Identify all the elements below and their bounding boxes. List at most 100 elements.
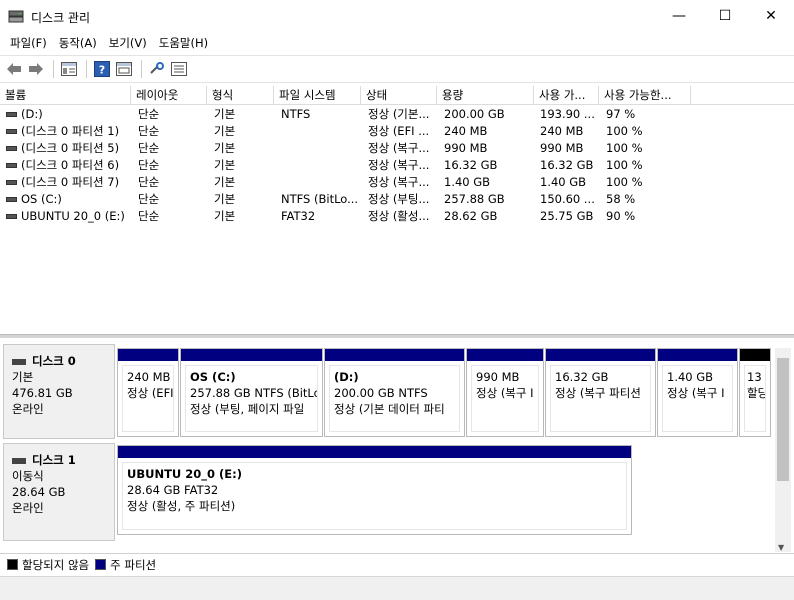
column-header-empty [691,86,794,105]
minimize-icon: — [672,8,686,24]
toolbar-separator [86,60,87,78]
volume-status: 정상 (복구... [368,141,430,155]
partition-status: 정상 (EFI [127,386,174,400]
removable-disk-icon [12,457,26,464]
list-view-icon [171,62,187,76]
column-header-capacity[interactable]: 용량 [437,86,534,105]
console-tree-icon [61,62,77,76]
column-header-status[interactable]: 상태 [361,86,437,105]
partition-name: UBUNTU 20_0 (E:) [127,467,242,481]
disk-0-label[interactable]: 디스크 0 기본 476.81 GB 온라인 [3,344,115,439]
table-row[interactable]: OS (C:) 단순 기본 NTFS (BitLo... 정상 (부팅... 2… [0,191,794,208]
volume-icon [6,162,17,168]
table-row[interactable]: (디스크 0 파티션 1) 단순 기본 정상 (EFI ... 240 MB 2… [0,123,794,140]
unallocated-bar [740,349,770,361]
partition-bar [546,349,655,361]
disk-state: 온라인 [12,501,44,515]
volume-free-space: 25.75 GB [540,209,594,223]
volume-free-space: 240 MB [540,124,584,138]
partition-size: 200.00 GB NTFS [334,386,428,400]
column-header-file-system[interactable]: 파일 시스템 [274,86,361,105]
volume-list: 볼륨 레이아웃 형식 파일 시스템 상태 용량 사용 가... 사용 가능한..… [0,86,794,334]
scroll-down-icon[interactable]: ▼ [778,543,784,552]
volume-capacity: 990 MB [444,141,488,155]
column-header-type[interactable]: 형식 [207,86,274,105]
volume-icon [6,145,17,151]
forward-arrow-icon [29,63,43,75]
partition-size: 990 MB [476,370,520,384]
scrollbar-thumb[interactable] [777,358,789,481]
menu-file[interactable]: 파일(F) [4,32,53,54]
minimize-button[interactable]: — [656,0,702,32]
close-button[interactable]: ✕ [748,0,794,32]
disk-kind: 이동식 [12,469,44,483]
svg-text:?: ? [99,64,105,77]
table-row[interactable]: (D:) 단순 기본 NTFS 정상 (기본... 200.00 GB 193.… [0,106,794,123]
volume-status: 정상 (복구... [368,175,430,189]
volume-status: 정상 (활성... [368,209,430,223]
partition-size: 16.32 GB [555,370,609,384]
partition-recovery-5[interactable]: 990 MB 정상 (복구 I [466,348,544,437]
volume-capacity: 257.88 GB [444,192,505,206]
partition-size: 257.88 GB NTFS (BitLoc [190,386,318,400]
volume-name: OS (C:) [21,192,62,206]
volume-percent-free: 97 % [606,107,636,121]
volume-layout: 단순 [138,124,160,138]
legend-primary-label: 주 파티션 [110,557,157,572]
menu-view[interactable]: 보기(V) [103,32,153,54]
partition-os-c[interactable]: OS (C:) 257.88 GB NTFS (BitLoc 정상 (부팅, 페이지… [180,348,323,437]
disk-size: 28.64 GB [12,485,66,499]
forward-button[interactable] [26,59,46,79]
volume-status: 정상 (부팅... [368,192,430,206]
volume-capacity: 28.62 GB [444,209,498,223]
column-header-volume[interactable]: 볼륨 [0,86,131,105]
menu-help[interactable]: 도움말(H) [153,32,214,54]
key-icon [150,62,164,74]
maximize-button[interactable]: ☐ [702,0,748,32]
status-bar [0,576,794,600]
menu-action[interactable]: 동작(A) [53,32,103,54]
partition-efi[interactable]: 240 MB 정상 (EFI [117,348,179,437]
volume-type: 기본 [214,158,236,172]
partition-recovery-7[interactable]: 1.40 GB 정상 (복구 I [657,348,738,437]
volume-free-space: 1.40 GB [540,175,587,189]
partition-ubuntu-e[interactable]: UBUNTU 20_0 (E:) 28.64 GB FAT32 정상 (활성, 주 … [117,445,632,535]
volume-percent-free: 90 % [606,209,636,223]
volume-layout: 단순 [138,175,160,189]
properties-button[interactable] [114,59,134,79]
table-row[interactable]: (디스크 0 파티션 6) 단순 기본 정상 (복구... 16.32 GB 1… [0,157,794,174]
close-icon: ✕ [765,8,777,24]
table-row[interactable]: (디스크 0 파티션 5) 단순 기본 정상 (복구... 990 MB 990… [0,140,794,157]
volume-status: 정상 (기본... [368,107,430,121]
table-row[interactable]: UBUNTU 20_0 (E:) 단순 기본 FAT32 정상 (활성... 2… [0,208,794,225]
volume-type: 기본 [214,141,236,155]
volume-name: (디스크 0 파티션 1) [21,124,120,138]
vertical-scrollbar[interactable]: ▼ [775,348,791,552]
partition-status: 정상 (활성, 주 파티션) [127,499,236,513]
partition-d[interactable]: (D:) 200.00 GB NTFS 정상 (기본 데이터 파티 [324,348,465,437]
volume-percent-free: 100 % [606,158,643,172]
volume-status: 정상 (복구... [368,158,430,172]
help-icon: ? [94,61,110,77]
column-header-free-space[interactable]: 사용 가... [534,86,599,105]
column-header-percent-free[interactable]: 사용 가능한... [599,86,691,105]
partition-name: OS (C:) [190,370,236,384]
partition-name: (D:) [334,370,359,384]
column-header-layout[interactable]: 레이아웃 [131,86,207,105]
connect-button[interactable] [147,59,167,79]
console-tree-button[interactable] [59,59,79,79]
disk-name: 디스크 0 [32,354,76,368]
back-arrow-icon [7,63,21,75]
partition-status: 정상 (부팅, 페이지 파일 [190,402,305,416]
disk-1-label[interactable]: 디스크 1 이동식 28.64 GB 온라인 [3,443,115,541]
partition-recovery-6[interactable]: 16.32 GB 정상 (복구 파티션 [545,348,656,437]
volume-icon [6,196,17,202]
list-view-button[interactable] [169,59,189,79]
partition-unallocated[interactable]: 13 할당 [739,348,771,437]
volume-icon [6,111,17,117]
help-button[interactable]: ? [92,59,112,79]
partition-status: 정상 (복구 파티션 [555,386,641,400]
back-button[interactable] [4,59,24,79]
volume-capacity: 1.40 GB [444,175,491,189]
table-row[interactable]: (디스크 0 파티션 7) 단순 기본 정상 (복구... 1.40 GB 1.… [0,174,794,191]
